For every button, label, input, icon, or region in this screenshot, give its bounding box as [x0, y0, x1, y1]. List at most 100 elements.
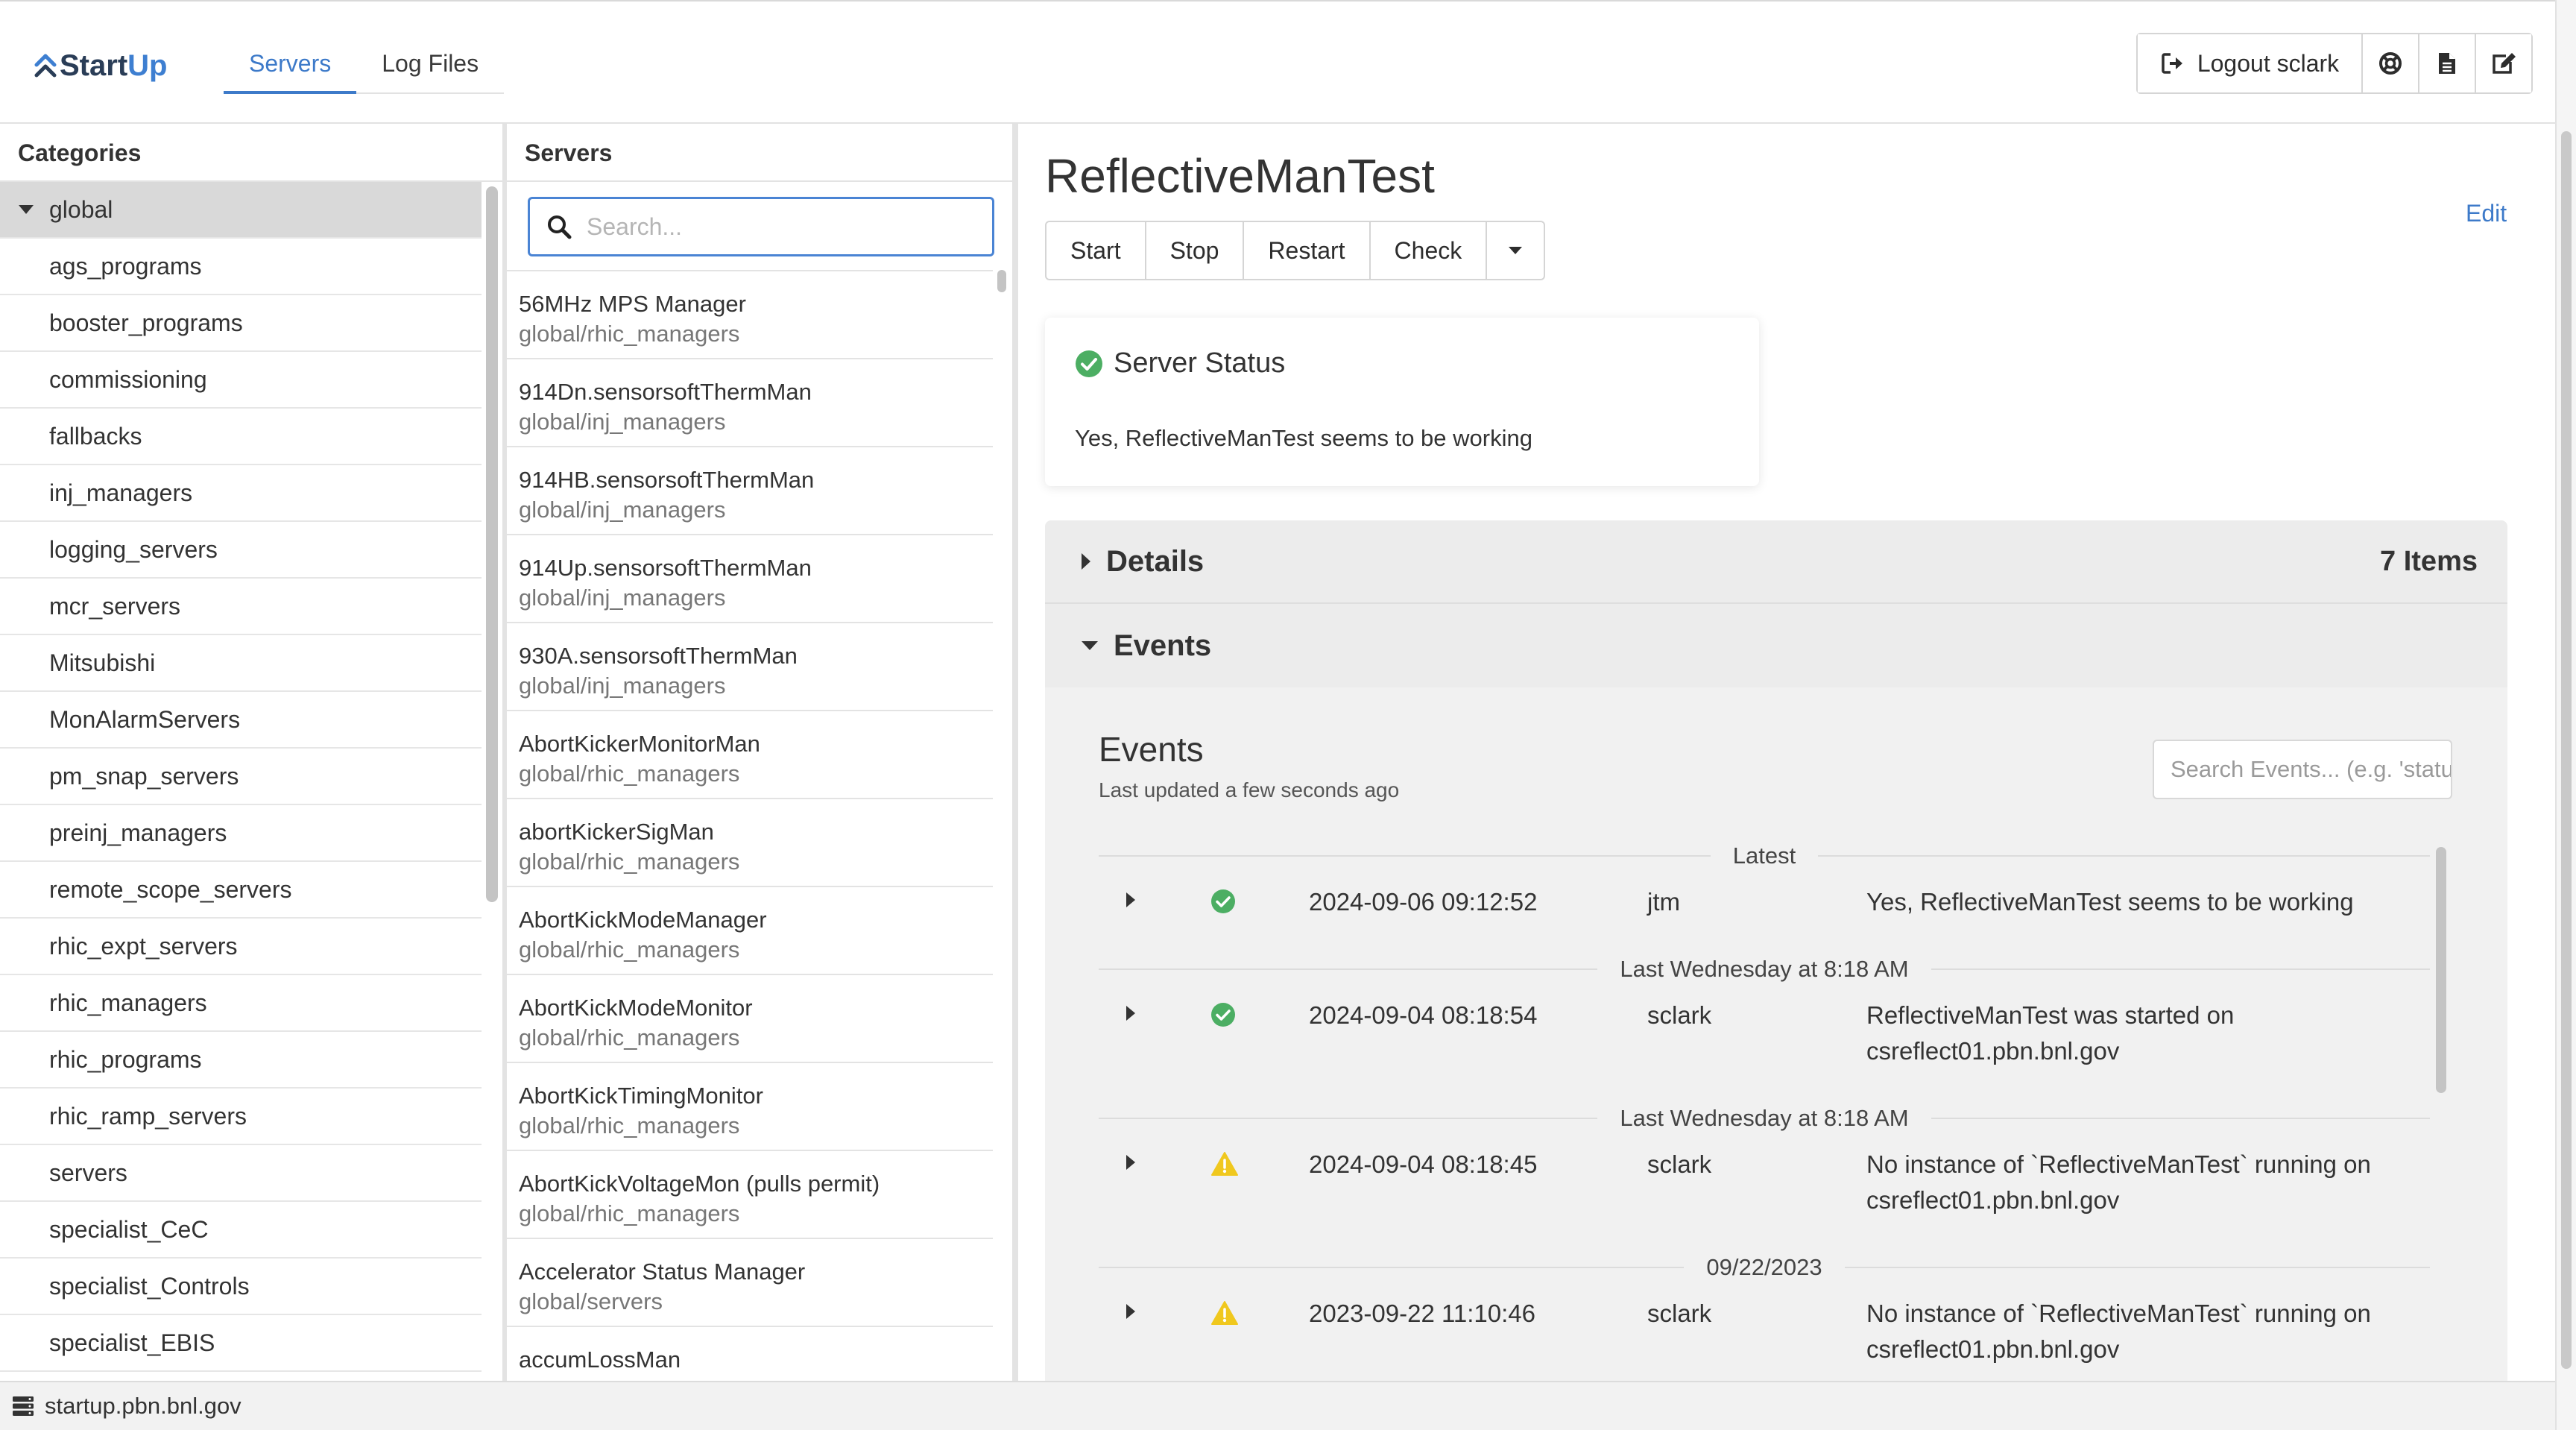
server-item[interactable]: AbortKickModeManager global/rhic_managers — [507, 887, 993, 975]
server-item[interactable]: AbortKickerMonitorMan global/rhic_manager… — [507, 711, 993, 799]
more-actions-dropdown[interactable] — [1486, 222, 1544, 279]
logout-button[interactable]: Logout sclark — [2138, 34, 2361, 92]
edit-icon — [2493, 53, 2516, 74]
expand-caret-icon[interactable] — [1126, 892, 1136, 908]
server-name: abortKickerSigMan — [519, 819, 714, 845]
stop-button[interactable]: Stop — [1144, 222, 1243, 279]
category-item[interactable]: specialist_EBIS — [0, 1315, 482, 1372]
server-item[interactable]: 914Dn.sensorsoftThermMan global/inj_manag… — [507, 359, 993, 447]
events-last-updated: Last updated a few seconds ago — [1099, 778, 1400, 801]
server-item[interactable]: 56MHz MPS Manager global/rhic_managers — [507, 271, 993, 359]
server-item[interactable]: AbortKickTimingMonitor global/rhic_manage… — [507, 1063, 993, 1151]
details-accordion[interactable]: Details 7 Items — [1045, 520, 2507, 604]
servers-scrollbar[interactable] — [997, 270, 1006, 292]
category-item[interactable]: MonAlarmServers — [0, 692, 482, 749]
category-item[interactable]: pm_snap_servers — [0, 749, 482, 805]
expand-caret-icon[interactable] — [1126, 1154, 1136, 1171]
tab-servers[interactable]: Servers — [224, 37, 357, 94]
event-timestamp: 2024-09-06 09:12:52 — [1309, 888, 1538, 916]
category-item[interactable]: rhic_expt_servers — [0, 919, 482, 975]
search-icon — [548, 215, 572, 239]
header-action-group: Logout sclark — [2136, 33, 2533, 94]
help-icon — [2379, 52, 2402, 75]
server-item[interactable]: abortKickerSigMan global/rhic_managers — [507, 799, 993, 887]
category-item[interactable]: ags_programs — [0, 239, 482, 295]
category-item[interactable]: inj_managers — [0, 465, 482, 522]
server-item[interactable]: accumLossMan global/rhic_managers — [507, 1327, 993, 1381]
category-item-selected[interactable]: global — [0, 182, 482, 239]
category-item[interactable]: commissioning — [0, 352, 482, 409]
events-scrollbar[interactable] — [2436, 847, 2446, 1093]
event-user: sclark — [1647, 1300, 1712, 1327]
category-item[interactable]: booster_programs — [0, 295, 482, 352]
event-timestamp: 2024-09-04 08:18:54 — [1309, 1001, 1538, 1029]
status-warning-icon — [1211, 1301, 1238, 1325]
server-action-group: Start Stop Restart Check — [1045, 221, 1546, 280]
server-name: 914HB.sensorsoftThermMan — [519, 467, 815, 493]
caret-down-icon — [1509, 247, 1523, 254]
event-date-label: Last Wednesday at 8:18 AM — [1620, 956, 1909, 982]
server-item[interactable]: 914HB.sensorsoftThermMan global/inj_manag… — [507, 447, 993, 535]
categories-scrollbar[interactable] — [486, 186, 498, 902]
event-message: Yes, ReflectiveManTest seems to be worki… — [1866, 888, 2354, 916]
category-label: global — [49, 196, 113, 223]
event-user: sclark — [1647, 1150, 1712, 1178]
events-panel: Events Last updated a few seconds ago Se… — [1045, 687, 2507, 1381]
categories-panel: Categories global ags_programs booster_p… — [0, 124, 507, 1381]
server-path: global/rhic_managers — [519, 1024, 740, 1051]
server-item[interactable]: AbortKickVoltageMon (pulls permit) global… — [507, 1151, 993, 1239]
server-path: global/inj_managers — [519, 497, 726, 523]
status-warning-icon — [1211, 1152, 1238, 1176]
category-item[interactable]: specialist_Controls — [0, 1259, 482, 1315]
server-name: accumLossMan — [519, 1346, 681, 1373]
server-item[interactable]: 930A.sensorsoftThermMan global/inj_manage… — [507, 623, 993, 711]
status-ok-icon — [1211, 889, 1235, 913]
restart-button[interactable]: Restart — [1243, 222, 1368, 279]
tab-log-files[interactable]: Log Files — [356, 37, 504, 94]
category-item[interactable]: servers — [0, 1145, 482, 1202]
app-logo[interactable]: Start Up — [34, 45, 167, 86]
category-item[interactable]: mcr_servers — [0, 579, 482, 635]
server-item[interactable]: 914Up.sensorsoftThermMan global/inj_manag… — [507, 535, 993, 623]
event-user: sclark — [1647, 1001, 1712, 1029]
host-label: startup.pbn.bnl.gov — [45, 1393, 242, 1419]
chevron-up-logo-icon — [34, 54, 57, 78]
event-message: No instance of `ReflectiveManTest` runni… — [1866, 1150, 2371, 1214]
category-list: global ags_programs booster_programs com… — [0, 182, 482, 1372]
server-name: 56MHz MPS Manager — [519, 291, 746, 317]
server-item[interactable]: AbortKickModeMonitor global/rhic_managers — [507, 975, 993, 1063]
category-item[interactable]: rhic_programs — [0, 1032, 482, 1089]
event-date-label: Last Wednesday at 8:18 AM — [1620, 1105, 1909, 1131]
expand-caret-icon[interactable] — [1126, 1005, 1136, 1021]
category-item[interactable]: Mitsubishi — [0, 635, 482, 692]
category-item[interactable]: specialist_CeC — [0, 1202, 482, 1259]
server-search-input[interactable] — [587, 212, 974, 241]
window-scrollbar-thumb[interactable] — [2561, 131, 2572, 1369]
status-bar: startup.pbn.bnl.gov — [0, 1381, 2555, 1430]
docs-button[interactable] — [2418, 34, 2475, 92]
events-search-input[interactable]: Search Events... (e.g. 'status:ok') — [2153, 740, 2452, 799]
server-icon — [13, 1396, 34, 1416]
events-accordion[interactable]: Events — [1045, 604, 2507, 687]
category-item[interactable]: logging_servers — [0, 522, 482, 579]
server-name: 914Dn.sensorsoftThermMan — [519, 379, 812, 405]
category-item[interactable]: preinj_managers — [0, 805, 482, 862]
event-timestamp: 2023-09-22 11:10:46 — [1309, 1300, 1535, 1327]
main-nav-tabs: Servers Log Files — [224, 37, 505, 94]
category-item[interactable]: remote_scope_servers — [0, 862, 482, 919]
check-button[interactable]: Check — [1368, 222, 1486, 279]
category-item[interactable]: rhic_ramp_servers — [0, 1089, 482, 1145]
edit-button[interactable] — [2475, 34, 2531, 92]
edit-link[interactable]: Edit — [2466, 200, 2507, 227]
category-item[interactable]: rhic_managers — [0, 975, 482, 1032]
help-button[interactable] — [2361, 34, 2418, 92]
server-path: global/servers — [519, 1288, 663, 1314]
expand-caret-icon[interactable] — [1126, 1303, 1136, 1320]
server-path: global/rhic_managers — [519, 1200, 740, 1226]
server-item[interactable]: Accelerator Status Manager global/servers — [507, 1239, 993, 1327]
server-search-box[interactable] — [528, 197, 994, 256]
event-date-separator: 09/22/2023 — [1099, 1253, 2430, 1282]
category-item[interactable]: fallbacks — [0, 409, 482, 465]
start-button[interactable]: Start — [1046, 222, 1145, 279]
event-user: jtm — [1647, 888, 1680, 916]
